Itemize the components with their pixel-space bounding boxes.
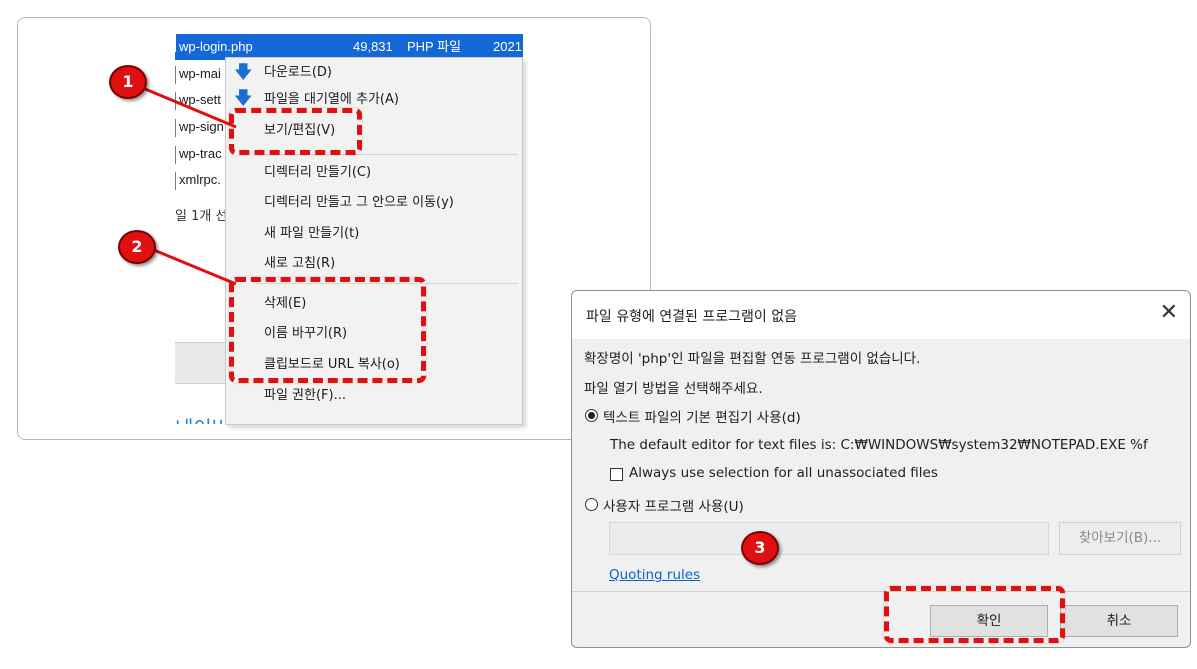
pointer-line-2 [148,246,237,286]
quoting-rules-link[interactable]: Quoting rules [609,567,700,583]
radio-default-editor[interactable] [585,409,598,422]
custom-program-path-input[interactable] [609,522,1049,555]
close-icon[interactable]: ✕ [1160,302,1178,324]
radio-default-editor-label[interactable]: 텍스트 파일의 기본 편집기 사용(d) [603,406,801,426]
dialog-separator [572,591,1190,592]
browse-button[interactable]: 찾아보기(B)... [1059,522,1181,555]
step-badge-1: 1 [109,65,147,99]
radio-custom-program-label[interactable]: 사용자 프로그램 사용(U) [603,495,744,515]
always-use-checkbox[interactable] [610,468,623,481]
no-associated-program-dialog: 파일 유형에 연결된 프로그램이 없음 ✕ 확장명이 'php'인 파일을 편집… [571,290,1191,648]
dialog-message: 확장명이 'php'인 파일을 편집할 연동 프로그램이 없습니다. [584,351,921,367]
dialog-title: 파일 유형에 연결된 프로그램이 없음 [586,309,797,325]
dialog-instruction: 파일 열기 방법을 선택해주세요. [584,381,763,397]
step-badge-2: 2 [118,230,156,264]
cancel-button[interactable]: 취소 [1060,605,1178,637]
always-use-checkbox-label[interactable]: Always use selection for all unassociate… [629,465,938,481]
dialog-titlebar: 파일 유형에 연결된 프로그램이 없음 ✕ [572,291,1190,339]
highlight-view-edit [229,108,362,155]
pointer-line-1 [137,84,237,129]
highlight-ok-button [884,586,1065,643]
default-editor-path-text: The default editor for text files is: C:… [610,437,1148,453]
highlight-delete-group [229,277,426,383]
radio-custom-program[interactable] [585,498,598,511]
step-badge-3: 3 [741,531,779,565]
